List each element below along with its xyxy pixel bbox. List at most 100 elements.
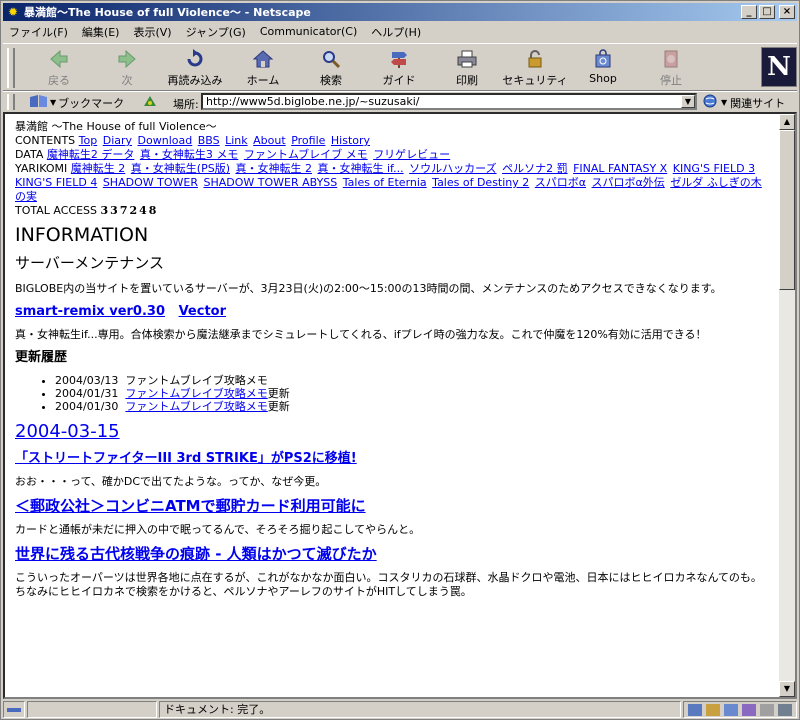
link-data[interactable]: ファントムブレイブ メモ [244,148,368,161]
progress-bar [27,701,157,718]
netscape-logo[interactable]: N [761,47,797,87]
stop-button[interactable]: 停止 [637,47,705,89]
printer-icon [454,47,480,71]
link-yarikomi[interactable]: SHADOW TOWER [103,176,198,189]
link-history[interactable]: History [331,134,370,147]
newsgroup-icon[interactable] [724,703,738,716]
link-about[interactable]: About [253,134,286,147]
history-link[interactable]: ファントムブレイブ攻略メモ [125,387,267,400]
link-data[interactable]: 魔神転生2 データ [47,148,135,161]
shop-bag-icon [590,47,616,71]
menu-go[interactable]: ジャンプ(G) [186,24,246,40]
link-yarikomi[interactable]: SHADOW TOWER ABYSS [203,176,337,189]
data-nav: DATA 魔神転生2 データ 真・女神転生3 メモ ファントムブレイブ メモ フ… [15,148,451,161]
access-counter: TOTAL ACCESS 337248 [15,204,159,217]
close-button[interactable]: × [779,5,795,19]
link-yarikomi[interactable]: Tales of Destiny 2 [432,176,529,189]
status-bar: ドキュメント: 完了。 [3,700,797,719]
composer-icon[interactable] [760,703,774,716]
link-bbs[interactable]: BBS [198,134,220,147]
maintenance-text: BIGLOBE内の当サイトを置いているサーバーが、3月23日(火)の2:00～1… [15,282,722,295]
menu-file[interactable]: ファイル(F) [9,24,68,40]
article-text: おお・・・って、確かDCで出てたような。ってか、なぜ今更。 [15,475,327,488]
related-sites-button[interactable]: ▼ 関連サイト [703,94,785,111]
menu-communicator[interactable]: Communicator(C) [260,25,357,38]
link-top[interactable]: Top [79,134,98,147]
link-yarikomi[interactable]: 真・女神転生(PS版) [131,162,230,175]
link-link[interactable]: Link [225,134,248,147]
reload-button[interactable]: 再読み込み [161,47,229,89]
article-link[interactable]: 「ストリートファイターIII 3rd STRIKE」がPS2に移植! [15,451,357,466]
link-yarikomi[interactable]: FINAL FANTASY X [573,162,667,175]
mail-icon[interactable] [706,703,720,716]
forward-arrow-icon [114,47,140,71]
article-link[interactable]: ＜郵政公社＞コンビニATMで郵貯カード利用可能に [15,497,366,515]
search-icon [318,47,344,71]
vertical-scrollbar[interactable]: ▲ ▼ [779,114,795,697]
back-arrow-icon [46,47,72,71]
netscape-app-icon[interactable]: ✹ [6,5,20,19]
history-list: 2004/03/13 ファントムブレイブ攻略メモ 2004/01/31 ファント… [15,374,769,413]
scroll-up-arrow-icon[interactable]: ▲ [779,114,795,130]
link-smart-remix[interactable]: smart-remix ver0.30 [15,304,165,319]
article-title: 「ストリートファイターIII 3rd STRIKE」がPS2に移植! [15,451,769,467]
link-yarikomi[interactable]: KING'S FIELD 3 [673,162,755,175]
article-text: カードと通帳が未だに押入の中で眠ってるんで、そろそろ掘り起こしてやらんと。 [15,523,421,536]
link-yarikomi[interactable]: Tales of Eternia [343,176,427,189]
link-download[interactable]: Download [138,134,193,147]
security-button[interactable]: セキュリティ [501,47,569,89]
menu-edit[interactable]: 編集(E) [82,24,120,40]
scrollbar-thumb[interactable] [779,130,795,290]
maximize-button[interactable]: □ [759,5,775,19]
yarikomi-nav: YARIKOMI 魔神転生 2 真・女神転生(PS版) 真・女神転生 2 真・女… [15,162,762,203]
minimize-button[interactable]: _ [741,5,757,19]
print-button[interactable]: 印刷 [433,47,501,89]
shop-button[interactable]: Shop [569,47,637,89]
scroll-down-arrow-icon[interactable]: ▼ [779,681,795,697]
location-toolbar-grip[interactable] [7,94,15,110]
home-icon [250,47,276,71]
link-yarikomi[interactable]: KING'S FIELD 4 [15,176,97,189]
history-link[interactable]: ファントムブレイブ攻略メモ [125,400,267,413]
home-button[interactable]: ホーム [229,47,297,89]
toolbar-grip[interactable] [7,48,15,88]
url-field[interactable]: http://www5d.biglobe.ne.jp/~suzusaki/ [201,93,697,110]
search-button[interactable]: 検索 [297,47,365,89]
link-yarikomi[interactable]: 真・女神転生 2 [236,162,313,175]
link-yarikomi[interactable]: ソウルハッカーズ [409,162,496,175]
link-yarikomi[interactable]: 魔神転生 2 [71,162,126,175]
page-proxy-icon[interactable] [142,94,158,111]
connection-status-icon [3,701,25,718]
forward-button[interactable]: 次 [93,47,161,89]
link-yarikomi[interactable]: ペルソナ2 罰 [502,162,568,175]
link-yarikomi[interactable]: スパロボα外伝 [592,176,665,189]
link-profile[interactable]: Profile [291,134,325,147]
guide-button[interactable]: ガイド [365,47,433,89]
navigation-toolbar: 戻る 次 再読み込み ホーム 検索 ガイド 印刷 セキュリティ Shop 停止 … [3,43,797,91]
list-item: 2004/01/30 ファントムブレイブ攻略メモ更新 [55,400,769,413]
link-data[interactable]: 真・女神転生3 メモ [140,148,239,161]
content-frame: 暴満館 ～The House of full Violence～ CONTENT… [3,112,797,699]
link-data[interactable]: フリゲレビュー [373,148,450,161]
link-vector[interactable]: Vector [179,304,226,319]
list-item: 2004/01/31 ファントムブレイブ攻略メモ更新 [55,387,769,400]
article-link[interactable]: 世界に残る古代核戦争の痕跡 - 人類はかつて滅びたか [15,545,377,563]
menu-view[interactable]: 表示(V) [133,24,171,40]
date-heading: 2004-03-15 [15,421,769,443]
date-link[interactable]: 2004-03-15 [15,421,120,442]
menu-help[interactable]: ヘルプ(H) [371,24,421,40]
link-yarikomi[interactable]: スパロボα [535,176,586,189]
site-title: 暴満館 ～The House of full Violence～ [15,120,217,133]
location-label: 場所: [173,98,199,111]
security-status-icon[interactable] [778,703,792,716]
bookmark-book-icon [29,94,49,111]
bookmarks-button[interactable]: ▼ ブックマーク [29,94,158,111]
address-book-icon[interactable] [742,703,756,716]
url-history-dropdown-icon[interactable]: ▼ [681,95,695,108]
back-button[interactable]: 戻る [25,47,93,89]
title-bar: ✹ 暴満館～The House of full Violence～ - Nets… [3,3,797,21]
link-yarikomi[interactable]: 真・女神転生 if... [318,162,404,175]
link-diary[interactable]: Diary [103,134,132,147]
remix-heading: smart-remix ver0.30 Vector [15,304,769,320]
navigator-icon[interactable] [688,703,702,716]
